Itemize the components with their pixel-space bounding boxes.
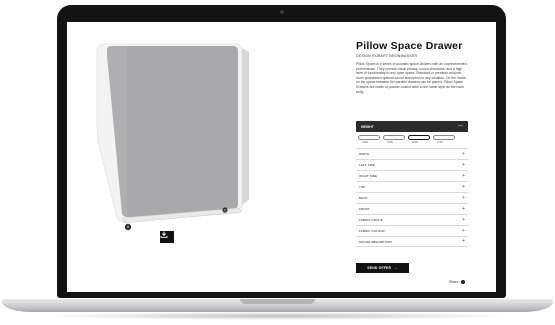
height-section-header[interactable]: HEIGHT — xyxy=(356,121,468,132)
product-title: Pillow Space Drawer xyxy=(356,40,463,52)
config-row-width[interactable]: WIDTH + xyxy=(356,148,468,159)
config-rows: WIDTH + LEFT SIDE + RIGHT SIDE + TOP + B… xyxy=(356,148,468,247)
collapse-icon: — xyxy=(458,123,463,129)
expand-icon: + xyxy=(462,161,465,168)
expand-icon: + xyxy=(462,227,465,234)
expand-icon: + xyxy=(462,172,465,179)
height-options: 1000 1250 1500 1750 xyxy=(356,132,468,144)
configurator: HEIGHT — 1000 1250 1500 1750 WIDTH + LEF… xyxy=(356,121,468,247)
download-icon xyxy=(160,231,168,238)
product-render xyxy=(96,43,249,231)
webcam xyxy=(280,10,284,14)
expand-icon: + xyxy=(462,150,465,157)
expand-icon: + xyxy=(462,183,465,190)
screen: Pillow Space Drawer DESIGN ROBERT BRONWA… xyxy=(67,22,496,292)
send-offer-button[interactable]: SEND OFFER → xyxy=(356,263,409,273)
expand-icon: + xyxy=(462,216,465,223)
laptop-shadow xyxy=(40,312,515,320)
config-row-fabric-colour[interactable]: FABRIC COLOUR + xyxy=(356,225,468,236)
product-designer: DESIGN ROBERT BRONWASSER xyxy=(356,54,418,58)
config-row-fabric-group[interactable]: FABRIC GROUP + xyxy=(356,214,468,225)
expand-icon: + xyxy=(462,194,465,201)
download-button[interactable] xyxy=(160,231,174,243)
product-info: Pillow Space Drawer DESIGN ROBERT BRONWA… xyxy=(356,40,468,128)
share-icon xyxy=(460,280,465,284)
config-row-left-side[interactable]: LEFT SIDE + xyxy=(356,159,468,170)
config-row-back[interactable]: BACK + xyxy=(356,192,468,203)
config-row-top[interactable]: TOP + xyxy=(356,181,468,192)
config-row-front[interactable]: FRONT + xyxy=(356,203,468,214)
arrow-right-icon: → xyxy=(394,266,398,270)
height-option-1500[interactable]: 1500 xyxy=(408,135,430,144)
height-option-1000[interactable]: 1000 xyxy=(358,135,380,144)
height-option-1750[interactable]: 1750 xyxy=(433,135,455,144)
height-option-1250[interactable]: 1250 xyxy=(383,135,405,144)
product-visual xyxy=(67,22,282,292)
config-row-right-side[interactable]: RIGHT SIDE + xyxy=(356,170,468,181)
product-description: Pillow Space is a series of acoustic spa… xyxy=(356,62,467,94)
expand-icon: + xyxy=(462,238,465,244)
share-button[interactable]: Share xyxy=(449,280,465,284)
expand-icon: + xyxy=(462,205,465,212)
laptop-notch xyxy=(240,299,315,304)
config-row-sound-absorption[interactable]: SOUND ABSORPTION + xyxy=(356,236,468,247)
